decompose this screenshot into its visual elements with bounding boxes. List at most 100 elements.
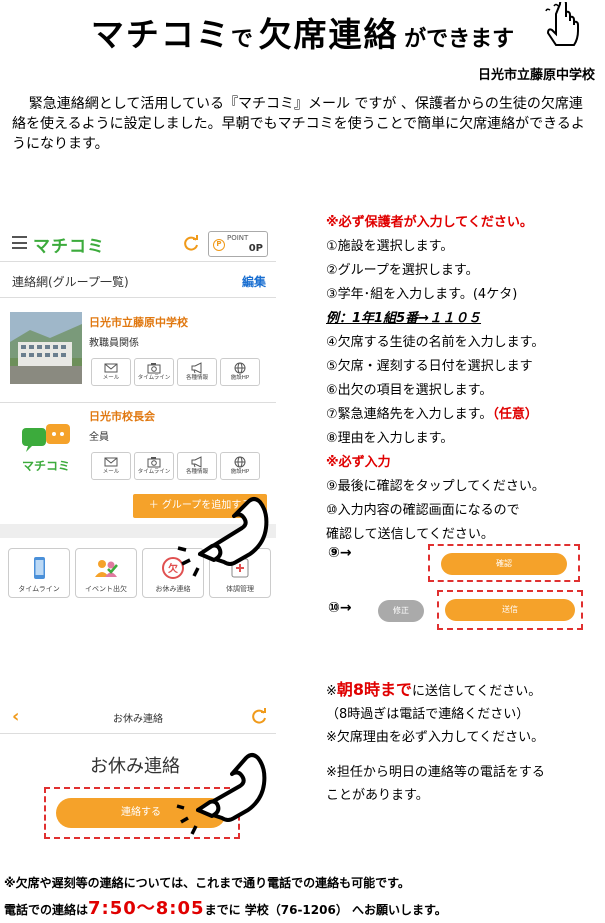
facility-hp-label: 施設HP — [230, 375, 250, 381]
note-teacher-call-a: ※担任から明日の連絡等の電話をする — [326, 765, 545, 780]
confirm-button[interactable]: 確認 — [441, 553, 567, 575]
group-name: 日光市校長会 — [89, 410, 155, 423]
instruction-steps: ※必ず保護者が入力してください。 ①施設を選択します。 ②グループを選択します。… — [326, 211, 596, 547]
machikomi-logo-icon: マチコミ — [22, 424, 70, 473]
pointing-hand-icon — [177, 497, 269, 577]
globe-icon — [234, 362, 246, 374]
note-deadline: ※朝8時までに送信してください。 — [326, 678, 601, 703]
step-9-arrow: ⑨→ — [328, 545, 352, 561]
mail-icon — [104, 457, 118, 467]
group-item-school[interactable]: 日光市立藤原中学校 教職員関係 メール タイムライン 各種情報 施設HP — [0, 308, 276, 400]
step-10-arrow: ⑩→ — [328, 600, 352, 616]
note-teacher-call-b: ことがあります。 — [326, 788, 429, 803]
absence-header: ‹ お休み連絡 — [0, 700, 276, 734]
title-absence: 欠席連絡 — [258, 15, 399, 54]
group-list-header: 連絡網(グループ一覧) 編集 — [0, 262, 276, 298]
step-7-optional: （任意） — [492, 407, 538, 422]
pointing-hand-icon — [176, 753, 267, 835]
info-button[interactable]: 各種情報 — [177, 358, 217, 386]
info-label: 各種情報 — [185, 375, 208, 381]
step-7-text: ⑦緊急連絡先を入力します。 — [326, 407, 493, 422]
title-de: で — [230, 27, 253, 52]
send-button[interactable]: 送信 — [445, 599, 575, 621]
fix-button[interactable]: 修正 — [378, 600, 424, 622]
megaphone-icon — [191, 362, 202, 374]
school-name: 日光市立藤原中学校 — [477, 68, 595, 83]
note-reason: ※欠席理由を必ず入力してください。 — [326, 730, 545, 745]
step-3: ③学年･組を入力します。(4ケタ) — [326, 287, 518, 302]
title-dekimasu: ができます — [404, 27, 515, 52]
point-coin-icon: P — [213, 239, 225, 251]
footer-phone-hours: 電話での連絡は7:50〜8:05までに 学校（76-1206） へお願いします。 — [4, 896, 604, 923]
megaphone-icon — [191, 456, 202, 468]
point-badge[interactable]: P POINT 0P — [208, 231, 268, 257]
school-photo — [10, 312, 82, 384]
step-8: ⑧理由を入力します。 — [326, 431, 454, 446]
tile-label: イベント出欠 — [85, 585, 127, 593]
step-7: ⑦緊急連絡先を入力します。（任意） — [326, 403, 596, 427]
footer-time: 7:50〜8:05 — [88, 898, 205, 919]
app-screenshot-absence: ‹ お休み連絡 お休み連絡 連絡する — [0, 700, 276, 850]
refresh-icon[interactable] — [250, 708, 268, 726]
app-header: マチコミ P POINT 0P — [0, 226, 276, 262]
refresh-icon[interactable] — [182, 235, 200, 253]
title-machikomi: マチコミ — [90, 15, 231, 54]
people-check-icon — [95, 560, 118, 577]
facility-hp-label: 施設HP — [230, 469, 250, 475]
tile-timeline[interactable]: タイムライン — [8, 548, 70, 598]
step-5: ⑤欠席・遅刻する日付を選択します — [326, 359, 533, 374]
mail-button[interactable]: メール — [91, 358, 131, 386]
point-value: 0P — [248, 243, 263, 254]
camera-icon — [147, 363, 161, 374]
note-deadline-rest: に送信してください。 — [412, 684, 542, 699]
footer-prefix: 電話での連絡は — [4, 903, 89, 917]
tile-event-attendance[interactable]: イベント出欠 — [75, 548, 137, 598]
step-1: ①施設を選択します。 — [326, 239, 454, 254]
tap-hand-icon — [545, 2, 579, 46]
intro-text: 緊急連絡網として活用している『マチコミ』メール ですが 、保護者からの生徒の欠席… — [12, 96, 585, 152]
note-after-8: （8時過ぎは電話で連絡ください） — [326, 707, 530, 722]
app-logo: マチコミ — [33, 237, 105, 257]
step-10a: ⑩入力内容の確認画面になるので — [326, 503, 520, 518]
step-6: ⑥出欠の項目を選択します。 — [326, 383, 493, 398]
note-deadline-time: 朝8時まで — [336, 680, 413, 699]
point-label: POINT — [227, 234, 249, 242]
tile-label: タイムライン — [18, 585, 60, 593]
globe-icon — [234, 456, 246, 468]
step-4: ④欠席する生徒の名前を入力します。 — [326, 335, 545, 350]
timeline-label: タイムライン — [137, 375, 171, 381]
timeline-button[interactable]: タイムライン — [134, 452, 174, 480]
mail-button[interactable]: メール — [91, 452, 131, 480]
group-item-principals[interactable]: マチコミ 日光市校長会 全員 メール タイムライン 各種情報 施設HP — [0, 402, 276, 492]
edit-button[interactable]: 編集 — [242, 273, 266, 290]
guardian-warning: ※必ず保護者が入力してください。 — [326, 215, 533, 230]
absence-heading: お休み連絡 — [90, 756, 180, 777]
facility-hp-button[interactable]: 施設HP — [220, 452, 260, 480]
absence-header-title: お休み連絡 — [113, 714, 163, 725]
mail-label: メール — [102, 375, 120, 381]
phone-icon — [34, 557, 45, 579]
step-2: ②グループを選択します。 — [326, 263, 479, 278]
app-screenshot-group-list: マチコミ P POINT 0P 連絡網(グループ一覧) 編集 日光市立藤原中学校 — [0, 226, 276, 611]
page-title: マチコミで 欠席連絡 ができます — [0, 8, 605, 56]
hamburger-menu-icon[interactable] — [12, 236, 27, 249]
timeline-label: タイムライン — [137, 469, 171, 475]
logo-text: マチコミ — [22, 459, 70, 473]
footer: ※欠席や遅刻等の連絡については、これまで通り電話での連絡も可能です。 電話での連… — [4, 870, 604, 923]
mail-icon — [104, 363, 118, 373]
mail-label: メール — [102, 469, 120, 475]
step-9: ⑨最後に確認をタップしてください。 — [326, 479, 545, 494]
notes: ※朝8時までに送信してください。 （8時過ぎは電話で連絡ください） ※欠席理由を… — [326, 678, 601, 807]
group-subtitle: 教職員関係 — [89, 338, 139, 349]
footer-suffix: までに 学校（76-1206） へお願いします。 — [204, 903, 447, 917]
footer-phone-note: ※欠席や遅刻等の連絡については、これまで通り電話での連絡も可能です。 — [4, 876, 410, 890]
info-button[interactable]: 各種情報 — [177, 452, 217, 480]
required-warning: ※必ず入力 — [326, 455, 391, 470]
timeline-button[interactable]: タイムライン — [134, 358, 174, 386]
note-mark: ※ — [326, 684, 337, 699]
facility-hp-button[interactable]: 施設HP — [220, 358, 260, 386]
camera-icon — [147, 457, 161, 468]
group-subtitle: 全員 — [89, 432, 109, 443]
info-label: 各種情報 — [185, 469, 208, 475]
